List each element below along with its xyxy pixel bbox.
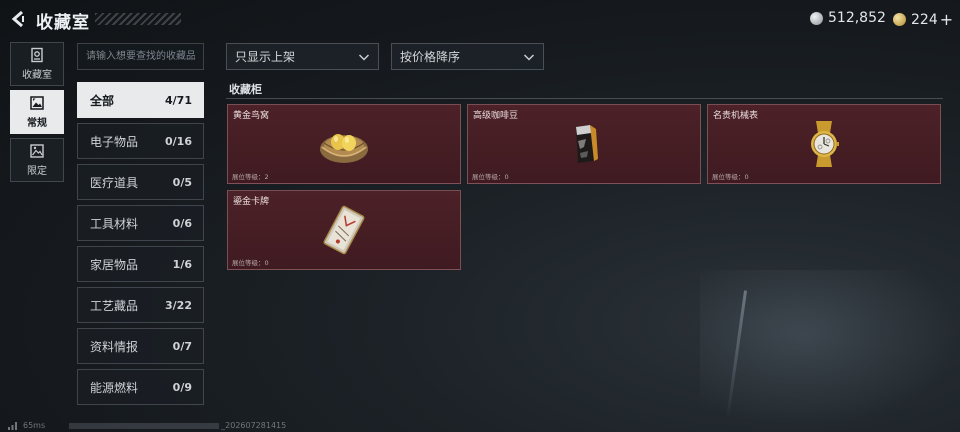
sort-value: 按价格降序 [400, 50, 461, 64]
category-medical[interactable]: 医疗道具 0/5 [77, 164, 204, 200]
category-count: 4/71 [165, 93, 192, 107]
category-count: 0/5 [172, 175, 192, 189]
category-tools[interactable]: 工具材料 0/6 [77, 205, 204, 241]
nav-tab-label: 收藏室 [22, 70, 52, 81]
category-label: 工具材料 [90, 216, 139, 231]
cabinet-item-card[interactable]: 高级咖啡豆 展位等级：0 [467, 104, 701, 184]
gold-currency: 224 + [893, 10, 953, 29]
title-decoration [95, 13, 181, 25]
nav-tab-limited[interactable]: 限定 [10, 138, 64, 182]
golden-bird-nest-icon [320, 134, 368, 163]
search-input[interactable] [77, 43, 204, 70]
regular-icon [30, 96, 44, 110]
cabinet-item-card[interactable]: 鎏金卡牌 展位等级：0 [227, 190, 461, 270]
category-label: 工艺藏品 [90, 298, 139, 313]
add-currency-button[interactable]: + [940, 10, 953, 29]
category-count: 0/9 [172, 380, 192, 394]
back-button[interactable] [8, 8, 30, 30]
silver-amount: 512,852 [828, 10, 886, 26]
cabinet-item-card[interactable]: 名贵机械表 展位等级：0 [707, 104, 941, 184]
gold-coin-icon [893, 13, 906, 26]
silver-currency: 512,852 [810, 10, 886, 26]
collection-room-icon [31, 47, 43, 63]
item-name: 名贵机械表 [713, 111, 759, 121]
category-label: 全部 [90, 93, 115, 108]
silver-coin-icon [810, 11, 823, 25]
category-list: 全部 4/71 电子物品 0/16 医疗道具 0/5 工具材料 0/6 家居物品… [77, 82, 204, 410]
category-label: 资料情报 [90, 339, 139, 354]
background-glow [700, 270, 960, 430]
page-title: 收藏室 [36, 13, 90, 33]
category-electronics[interactable]: 电子物品 0/16 [77, 123, 204, 159]
category-label: 家居物品 [90, 257, 139, 272]
category-count: 0/7 [172, 339, 192, 353]
status-footer: 65ms _202607281415 [8, 421, 286, 430]
category-energy[interactable]: 能源燃料 0/9 [77, 369, 204, 405]
category-intel[interactable]: 资料情报 0/7 [77, 328, 204, 364]
category-label: 能源燃料 [90, 380, 139, 395]
item-name: 鎏金卡牌 [233, 197, 270, 207]
nav-tab-label: 限定 [27, 166, 47, 177]
shelf-filter-dropdown[interactable]: 只显示上架 [226, 43, 379, 70]
item-level: 展位等级：0 [232, 259, 269, 267]
cabinet-divider [226, 98, 943, 99]
nav-tab-collection-room[interactable]: 收藏室 [10, 42, 64, 86]
category-household[interactable]: 家居物品 1/6 [77, 246, 204, 282]
category-label: 电子物品 [90, 134, 139, 149]
sort-dropdown[interactable]: 按价格降序 [391, 43, 544, 70]
build-info-redacted [69, 422, 220, 429]
item-level: 展位等级：2 [232, 173, 269, 181]
luxury-watch-icon [811, 121, 839, 167]
item-name: 高级咖啡豆 [473, 111, 519, 121]
signal-icon [8, 421, 17, 430]
cabinet-item-card[interactable]: 黄金鸟窝 展位等级：2 [227, 104, 461, 184]
nav-tab-regular[interactable]: 常规 [10, 90, 64, 134]
category-all[interactable]: 全部 4/71 [77, 82, 204, 118]
chevron-down-icon [523, 53, 535, 61]
chevron-down-icon [358, 53, 370, 61]
item-level: 展位等级：0 [712, 173, 749, 181]
nav-tab-label: 常规 [27, 118, 47, 129]
gilded-card-icon [323, 205, 365, 255]
background-lightning [725, 290, 748, 420]
category-count: 0/16 [165, 134, 192, 148]
category-count: 1/6 [172, 257, 192, 271]
ping-readout: 65ms [23, 421, 46, 430]
shelf-filter-value: 只显示上架 [235, 50, 296, 64]
category-label: 医疗道具 [90, 175, 139, 190]
cabinet-title: 收藏柜 [229, 83, 262, 96]
category-count: 3/22 [165, 298, 192, 312]
back-arrow-icon [11, 10, 24, 28]
category-count: 0/6 [172, 216, 192, 230]
build-suffix: _202607281415 [221, 421, 287, 430]
left-nav: 收藏室 常规 限定 [10, 42, 64, 186]
item-level: 展位等级：0 [472, 173, 509, 181]
limited-icon [30, 144, 44, 158]
item-name: 黄金鸟窝 [233, 111, 270, 121]
coffee-bean-bag-icon [576, 125, 598, 163]
top-bar: 收藏室 512,852 224 + [0, 0, 960, 36]
category-crafts[interactable]: 工艺藏品 3/22 [77, 287, 204, 323]
gold-amount: 224 [911, 11, 938, 28]
